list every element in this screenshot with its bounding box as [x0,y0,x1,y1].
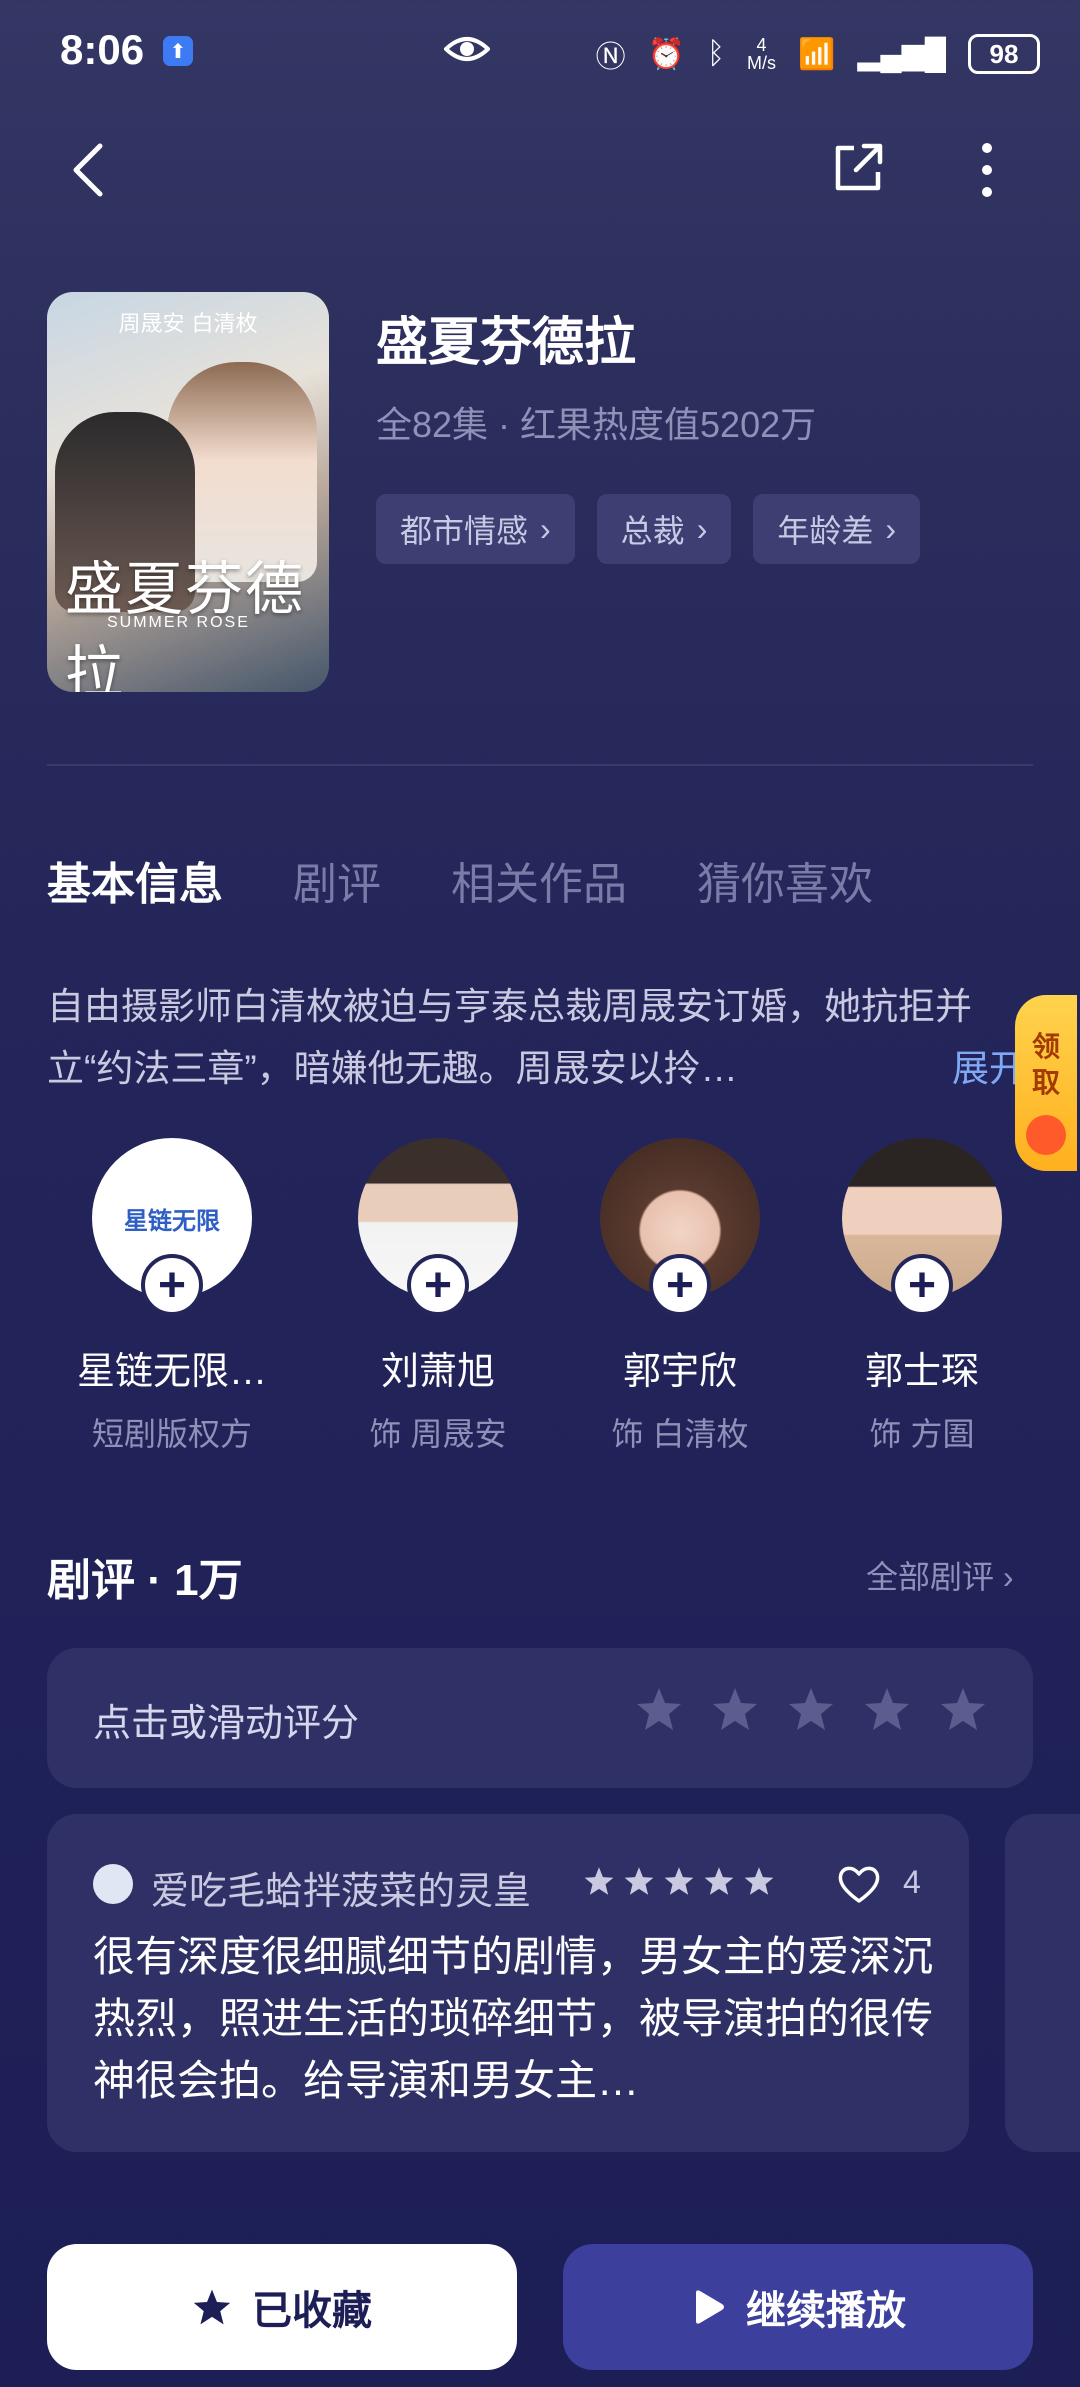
chevron-right-icon: › [1002,1559,1014,1595]
cast-name: 刘萧旭 [380,1351,495,1393]
back-icon[interactable] [68,142,108,198]
star-icon[interactable] [863,1686,911,1732]
net-speed-icon: 4 M/s [746,35,776,73]
more-icon[interactable] [972,140,1002,200]
chevron-right-icon: › [696,510,708,547]
cast-member[interactable]: + 郭士琛 饰 方圄 [812,1138,1032,1455]
drama-poster[interactable]: 周晟安 白清枚 盛夏芬德拉 SUMMER ROSE [47,292,329,692]
cast-role: 饰 白清枚 [611,1416,749,1452]
upload-icon: ⬆ [163,36,193,66]
tab-related[interactable]: 相关作品 [451,848,627,912]
battery-icon: 98 [968,34,1040,74]
follow-plus-icon[interactable]: + [891,1254,953,1316]
nfc-icon: Ⓝ [595,41,626,74]
review-username: 爱吃毛蛤拌菠菜的灵皇 [151,1871,532,1913]
rating-stars[interactable] [635,1686,987,1732]
poster-top-text: 周晟安 白清枚 [118,312,258,337]
cast-name: 郭宇欣 [622,1351,737,1393]
tab-basic-info[interactable]: 基本信息 [47,848,223,912]
tag-chip[interactable]: 年龄差 › [753,494,921,564]
drama-title: 盛夏芬德拉 [376,314,637,372]
cast-role: 饰 周晟安 [369,1416,507,1452]
follow-plus-icon[interactable]: + [407,1254,469,1316]
status-time: 8:06 [60,26,145,73]
favorite-label: 已收藏 [252,2289,372,2333]
review-card-next[interactable] [1005,1814,1080,2152]
avatar: 星链无限 + [92,1138,252,1316]
status-bar: 8:06 ⬆ Ⓝ ⏰ ᛒ 4 M/s 📶 ▂▄▆█ 98 [0,0,1080,110]
star-icon [704,1867,734,1895]
play-label: 继续播放 [746,2289,906,2333]
alarm-icon: ⏰ [647,37,685,71]
cast-list: 星链无限 + 星链无限… 短剧版权方 + 刘萧旭 饰 周晟安 + 郭宇欣 饰 白… [0,1138,1080,1468]
avatar: + [842,1138,1002,1316]
tag-chip[interactable]: 总裁 › [596,494,732,564]
cast-member[interactable]: 星链无限 + 星链无限… 短剧版权方 [62,1138,282,1455]
cast-role: 短剧版权方 [91,1416,252,1452]
all-reviews-link[interactable]: 全部剧评 › [866,1552,1014,1598]
cast-member[interactable]: + 刘萧旭 饰 周晟安 [328,1138,548,1455]
review-text: 很有深度很细腻细节的剧情，男女主的爱深沉热烈，照进生活的琐碎细节，被导演拍的很传… [93,1933,934,2104]
star-icon [624,1867,654,1895]
tab-recommend[interactable]: 猜你喜欢 [697,848,873,912]
user-avatar [93,1864,133,1904]
cast-role: 饰 方圄 [869,1416,975,1452]
follow-plus-icon[interactable]: + [649,1254,711,1316]
poster-subtitle: SUMMER ROSE [107,614,250,631]
play-icon [696,2290,724,2324]
signal-icon: ▂▄▆█ [857,37,946,71]
star-icon[interactable] [939,1686,987,1732]
divider [47,764,1033,766]
avatar: + [600,1138,760,1316]
eye-icon [444,37,490,61]
synopsis-text: 自由摄影师白清枚被迫与亨泰总裁周晟安订婚，她抗拒并立“约法三章”，暗嫌他无趣。周… [47,986,972,1089]
chevron-right-icon: › [540,510,551,547]
star-icon[interactable] [711,1686,759,1732]
star-icon [744,1867,774,1895]
share-icon[interactable] [832,140,886,194]
bluetooth-icon: ᛒ [706,37,725,70]
review-card[interactable]: 爱吃毛蛤拌菠菜的灵皇 4 很有深度很细腻细节的剧情，男女主的爱深沉热烈，照进生活… [47,1814,969,2152]
heart-icon[interactable] [837,1864,881,1904]
cast-name: 郭士琛 [864,1351,979,1393]
claim-label: 领取 [1031,1031,1060,1098]
copyright-logo: 星链无限 [124,1207,220,1235]
wifi-icon: 📶 [797,37,836,71]
rating-box[interactable]: 点击或滑动评分 [47,1648,1033,1788]
tab-bar: 基本信息 剧评 相关作品 猜你喜欢 [47,848,873,912]
tab-reviews[interactable]: 剧评 [293,848,381,912]
chevron-right-icon: › [885,510,897,547]
status-icons: Ⓝ ⏰ ᛒ 4 M/s 📶 ▂▄▆█ 98 [596,32,1040,76]
cast-name: 星链无限… [76,1351,267,1393]
tag-chip[interactable]: 都市情感 › [376,494,575,564]
star-icon [584,1867,614,1895]
star-filled-icon [193,2289,231,2325]
favorite-button[interactable]: 已收藏 [47,2244,517,2370]
tag-list: 都市情感 › 总裁 › 年龄差 › [376,494,921,564]
review-stars [583,1866,775,1896]
continue-play-button[interactable]: 继续播放 [563,2244,1033,2370]
star-icon [664,1867,694,1895]
rating-prompt: 点击或滑动评分 [93,1703,360,1745]
cast-member[interactable]: + 郭宇欣 饰 白清枚 [570,1138,790,1455]
star-icon[interactable] [787,1686,835,1732]
avatar: + [358,1138,518,1316]
follow-plus-icon[interactable]: + [141,1254,203,1316]
reviews-title: 剧评 · 1万 [47,1556,243,1605]
like-count: 4 [903,1864,921,1900]
star-icon[interactable] [635,1686,683,1732]
drama-meta: 全82集 · 红果热度值5202万 [376,404,817,445]
